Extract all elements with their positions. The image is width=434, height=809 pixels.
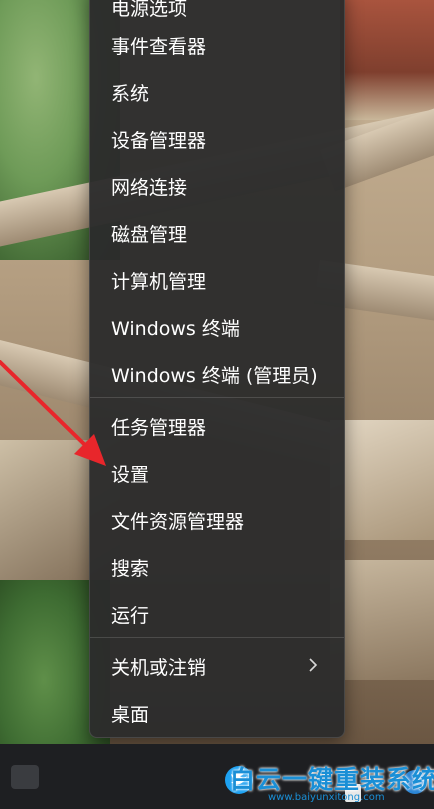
menu-item-task-manager[interactable]: 任务管理器 <box>96 406 338 446</box>
wallpaper-stone-path <box>330 420 434 540</box>
menu-item-label: 关机或注销 <box>111 656 207 679</box>
menu-separator <box>90 637 344 638</box>
winx-context-menu: 电源选项 事件查看器 系统 设备管理器 网络连接 磁盘管理 计算机管理 Wind… <box>89 0 345 738</box>
menu-item-label: 搜索 <box>111 557 150 580</box>
menu-item-label: 运行 <box>111 604 150 627</box>
menu-item-label: 桌面 <box>111 703 150 726</box>
menu-item-search[interactable]: 搜索 <box>96 547 338 587</box>
menu-item-run[interactable]: 运行 <box>96 594 338 634</box>
menu-item-label: 设备管理器 <box>111 129 207 152</box>
taskbar-app-icon[interactable] <box>8 760 42 794</box>
menu-item-shutdown-signout[interactable]: 关机或注销 <box>96 646 338 686</box>
menu-item-label: 任务管理器 <box>111 416 207 439</box>
wallpaper-stone-path <box>330 560 434 680</box>
menu-item-label: 磁盘管理 <box>111 223 188 246</box>
menu-item-label: Windows 终端 (管理员) <box>111 364 318 387</box>
menu-item-disk-management[interactable]: 磁盘管理 <box>96 213 338 253</box>
menu-item-windows-terminal-admin[interactable]: Windows 终端 (管理员) <box>96 354 338 394</box>
menu-item-windows-terminal[interactable]: Windows 终端 <box>96 307 338 347</box>
menu-item-desktop[interactable]: 桌面 <box>96 693 338 733</box>
menu-item-label: 电源选项 <box>111 0 188 20</box>
menu-item-file-explorer[interactable]: 文件资源管理器 <box>96 500 338 540</box>
menu-item-power-options[interactable]: 电源选项 <box>96 0 338 27</box>
menu-separator <box>90 397 344 398</box>
menu-item-label: Windows 终端 <box>111 317 240 340</box>
menu-item-device-manager[interactable]: 设备管理器 <box>96 119 338 159</box>
menu-item-system[interactable]: 系统 <box>96 72 338 112</box>
menu-item-label: 计算机管理 <box>111 270 207 293</box>
menu-item-label: 事件查看器 <box>111 35 207 58</box>
menu-item-label: 文件资源管理器 <box>111 510 245 533</box>
menu-item-settings[interactable]: 设置 <box>96 453 338 493</box>
menu-item-label: 系统 <box>111 82 150 105</box>
chevron-right-icon <box>309 658 318 672</box>
menu-item-label: 设置 <box>111 463 150 486</box>
watermark-url: www.baiyunxitong.com <box>268 792 385 803</box>
menu-item-label: 网络连接 <box>111 176 188 199</box>
menu-item-network-connections[interactable]: 网络连接 <box>96 166 338 206</box>
watermark-title: 白云一键重装系统 <box>230 765 434 794</box>
red-arrow-annotation <box>0 360 106 466</box>
wallpaper-pavilion <box>340 0 434 120</box>
menu-item-computer-management[interactable]: 计算机管理 <box>96 260 338 300</box>
menu-item-event-viewer[interactable]: 事件查看器 <box>96 25 338 65</box>
